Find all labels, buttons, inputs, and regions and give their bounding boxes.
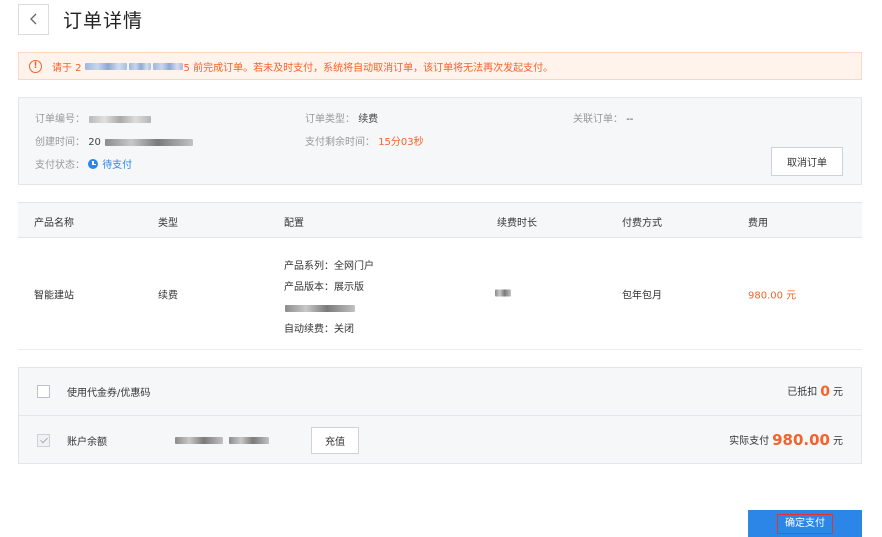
chevron-left-icon <box>29 13 36 25</box>
payment-deadline-notice: ! 请于 2 5 前完成订单。若未及时支付，系统将自动取消订单，该订单将无法再次… <box>18 52 862 80</box>
redacted-time <box>152 62 183 70</box>
redacted-order-number <box>89 115 152 123</box>
redacted-balance <box>174 434 270 447</box>
order-info-panel: 订单编号： 创建时间： 20 支付状态： 待支付 订单类型： 续费 支付剩余时间… <box>18 97 862 185</box>
col-renew-duration: 续费时长 <box>497 218 537 229</box>
page-title: 订单详情 <box>63 9 144 32</box>
col-payment-method: 付费方式 <box>622 218 662 229</box>
page-header: 订单详情 <box>18 2 143 36</box>
order-number: 订单编号： <box>35 110 152 125</box>
redacted-date <box>84 62 127 70</box>
actual-payment: 实际支付 980.00 元 <box>729 431 843 449</box>
product-type: 续费 <box>158 290 178 301</box>
confirm-payment-label: 确定支付 <box>777 513 833 534</box>
payment-method: 包年包月 <box>622 290 662 301</box>
table-row: 智能建站 续费 产品系列：全网门户 产品版本：展示版 自动续费：关闭 包年包月 … <box>18 238 862 350</box>
renew-duration <box>494 288 512 299</box>
product-table: 产品名称 类型 配置 续费时长 付费方式 费用 智能建站 续费 产品系列：全网门… <box>18 202 862 350</box>
balance-row: 账户余额 充值 实际支付 980.00 元 <box>19 416 861 464</box>
col-fee: 费用 <box>748 218 768 229</box>
confirm-payment-button[interactable]: 确定支付 <box>748 510 862 537</box>
col-config: 配置 <box>284 218 304 229</box>
back-button[interactable] <box>18 3 49 35</box>
product-config: 产品系列：全网门户 产品版本：展示版 自动续费：关闭 <box>284 256 374 340</box>
deducted-amount: 已抵扣 0 元 <box>787 384 843 400</box>
coupon-checkbox[interactable] <box>37 385 50 398</box>
payment-panel: 使用代金券/优惠码 已抵扣 0 元 账户余额 充值 实际支付 980.00 元 <box>18 367 862 464</box>
balance-label: 账户余额 <box>67 436 107 448</box>
clock-icon <box>88 159 99 169</box>
created-time: 创建时间： 20 <box>35 133 194 148</box>
config-series: 产品系列：全网门户 <box>284 261 374 272</box>
remaining-time: 支付剩余时间： 15分03秒 <box>305 137 424 148</box>
col-type: 类型 <box>158 218 178 229</box>
coupon-row: 使用代金券/优惠码 已抵扣 0 元 <box>19 368 861 416</box>
order-type: 订单类型： 续费 <box>305 114 379 125</box>
cancel-order-button[interactable]: 取消订单 <box>771 147 843 176</box>
config-version: 产品版本：展示版 <box>284 282 364 293</box>
balance-checkbox[interactable] <box>37 433 50 447</box>
warning-icon: ! <box>29 59 42 73</box>
related-order: 关联订单： -- <box>573 114 634 125</box>
recharge-button[interactable]: 充值 <box>311 426 359 454</box>
redacted-created-time <box>105 138 194 146</box>
col-product-name: 产品名称 <box>34 218 74 229</box>
payment-status: 支付状态： 待支付 <box>35 159 133 171</box>
product-fee: 980.00 元 <box>748 290 797 301</box>
redacted-time <box>128 62 151 70</box>
product-name: 智能建站 <box>34 290 74 301</box>
notice-prefix: 请于 2 <box>52 62 82 74</box>
config-auto-renew: 自动续费：关闭 <box>284 324 354 335</box>
notice-suffix: 5 前完成订单。若未及时支付，系统将自动取消订单，该订单将无法再次发起支付。 <box>183 62 554 74</box>
coupon-label: 使用代金券/优惠码 <box>67 388 151 399</box>
table-header: 产品名称 类型 配置 续费时长 付费方式 费用 <box>18 202 862 238</box>
config-redacted <box>284 298 374 319</box>
